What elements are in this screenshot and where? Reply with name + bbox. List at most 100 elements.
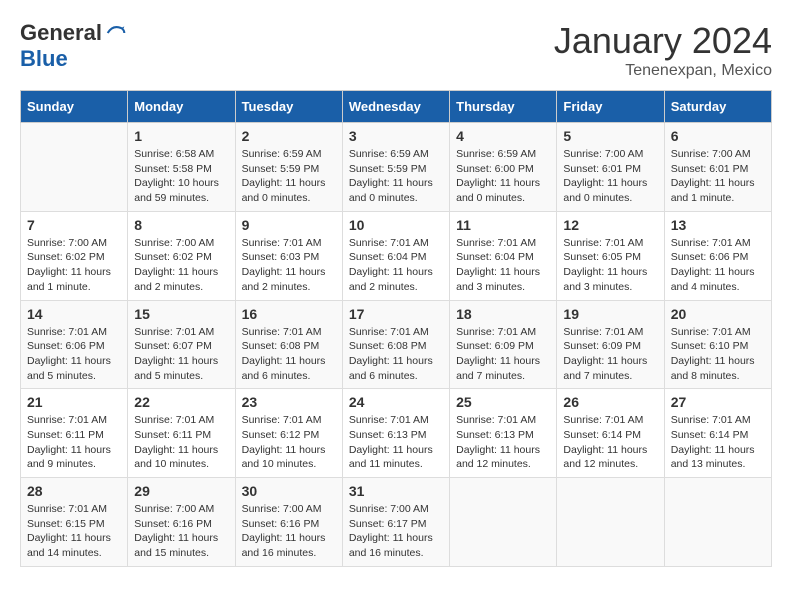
daylight-text: Daylight: 11 hours and 0 minutes. — [242, 177, 326, 204]
calendar-cell: 9Sunrise: 7:01 AMSunset: 6:03 PMDaylight… — [235, 211, 342, 300]
sunrise-text: Sunrise: 7:01 AM — [349, 326, 429, 338]
daylight-text: Daylight: 11 hours and 6 minutes. — [349, 355, 433, 382]
calendar-cell: 16Sunrise: 7:01 AMSunset: 6:08 PMDayligh… — [235, 300, 342, 389]
day-number: 18 — [456, 306, 550, 322]
daylight-text: Daylight: 11 hours and 13 minutes. — [671, 444, 755, 471]
calendar-title: January 2024 — [554, 20, 772, 62]
calendar-cell: 2Sunrise: 6:59 AMSunset: 5:59 PMDaylight… — [235, 123, 342, 212]
daylight-text: Daylight: 11 hours and 3 minutes. — [563, 266, 647, 293]
daylight-text: Daylight: 11 hours and 4 minutes. — [671, 266, 755, 293]
calendar-subtitle: Tenenexpan, Mexico — [554, 62, 772, 80]
daylight-text: Daylight: 11 hours and 5 minutes. — [27, 355, 111, 382]
day-info: Sunrise: 7:01 AM Sunset: 6:06 PM Daylight:… — [671, 236, 765, 295]
day-number: 6 — [671, 128, 765, 144]
week-row-1: 1Sunrise: 6:58 AMSunset: 5:58 PMDaylight… — [21, 123, 772, 212]
week-row-3: 14Sunrise: 7:01 AMSunset: 6:06 PMDayligh… — [21, 300, 772, 389]
calendar-cell: 29Sunrise: 7:00 AMSunset: 6:16 PMDayligh… — [128, 478, 235, 567]
day-number: 14 — [27, 306, 121, 322]
title-block: January 2024 Tenenexpan, Mexico — [554, 20, 772, 80]
sunset-text: Sunset: 6:11 PM — [27, 429, 104, 441]
calendar-cell: 24 Sunrise: 7:01 AMSunset: 6:13 PMDayligh… — [342, 389, 449, 478]
calendar-cell: 1Sunrise: 6:58 AMSunset: 5:58 PMDaylight… — [128, 123, 235, 212]
day-number: 8 — [134, 217, 228, 233]
day-info: Sunrise: 7:00 AMSunset: 6:01 PMDaylight:… — [563, 147, 657, 206]
calendar-cell: 18 Sunrise: 7:01 AMSunset: 6:09 PMDayligh… — [450, 300, 557, 389]
day-info: Sunrise: 7:01 AMSunset: 6:11 PMDaylight:… — [27, 413, 121, 472]
sunrise-text: Sunrise: 7:01 AM — [349, 237, 429, 249]
day-number: 20 — [671, 306, 765, 322]
calendar-cell: 15 Sunrise: 7:01 AMSunset: 6:07 PMDayligh… — [128, 300, 235, 389]
sunset-text: Sunset: 6:04 PM — [456, 251, 534, 263]
day-info: Sunrise: 7:01 AMSunset: 6:08 PMDaylight:… — [242, 325, 336, 384]
sunset-text: Sunset: 6:17 PM — [349, 518, 427, 530]
day-number: 3 — [349, 128, 443, 144]
sunset-text: Sunset: 6:04 PM — [349, 251, 427, 263]
sunset-text: Sunset: 6:02 PM — [27, 251, 105, 263]
day-info: Sunrise: 7:01 AMSunset: 6:13 PMDaylight:… — [456, 413, 550, 472]
day-info: Sunrise: 6:59 AMSunset: 5:59 PMDaylight:… — [242, 147, 336, 206]
day-info: Sunrise: 7:01 AMSunset: 6:14 PMDaylight:… — [671, 413, 765, 472]
header-wednesday: Wednesday — [342, 91, 449, 123]
sunrise-text: Sunrise: 7:00 AM — [671, 148, 751, 160]
sunset-text: Sunset: 5:58 PM — [134, 163, 212, 175]
sunrise-text: Sunrise: 7:00 AM — [242, 503, 322, 515]
day-info: Sunrise: 7:01 AMSunset: 6:09 PMDaylight:… — [563, 325, 657, 384]
day-number: 22 — [134, 394, 228, 410]
calendar-header-row: SundayMondayTuesdayWednesdayThursdayFrid… — [21, 91, 772, 123]
sunrise-text: Sunrise: 7:01 AM — [349, 414, 429, 426]
day-number: 24 — [349, 394, 443, 410]
calendar-cell: 26Sunrise: 7:01 AMSunset: 6:14 PMDayligh… — [557, 389, 664, 478]
day-number: 23 — [242, 394, 336, 410]
day-info: Sunrise: 7:01 AMSunset: 6:09 PMDaylight:… — [456, 325, 550, 384]
day-info: Sunrise: 7:01 AMSunset: 6:13 PMDaylight:… — [349, 413, 443, 472]
day-info: Sunrise: 7:01 AMSunset: 6:07 PMDaylight:… — [134, 325, 228, 384]
sunset-text: Sunset: 6:14 PM — [671, 429, 749, 441]
calendar-cell: 31Sunrise: 7:00 AMSunset: 6:17 PMDayligh… — [342, 478, 449, 567]
day-number: 19 — [563, 306, 657, 322]
sunset-text: Sunset: 6:10 PM — [671, 340, 749, 352]
sunrise-text: Sunrise: 7:01 AM — [563, 326, 643, 338]
sunset-text: Sunset: 6:14 PM — [563, 429, 641, 441]
daylight-text: Daylight: 11 hours and 7 minutes. — [563, 355, 647, 382]
day-info: Sunrise: 7:00 AMSunset: 6:02 PMDaylight:… — [134, 236, 228, 295]
daylight-text: Daylight: 11 hours and 12 minutes. — [456, 444, 540, 471]
day-number: 26 — [563, 394, 657, 410]
calendar-cell: 13Sunrise: 7:01 AMSunset: 6:06 PMDayligh… — [664, 211, 771, 300]
day-info: Sunrise: 7:00 AMSunset: 6:16 PMDaylight:… — [242, 502, 336, 561]
day-info: Sunrise: 6:59 AMSunset: 6:00 PMDaylight:… — [456, 147, 550, 206]
sunset-text: Sunset: 6:02 PM — [134, 251, 212, 263]
daylight-text: Daylight: 11 hours and 16 minutes. — [349, 532, 433, 559]
logo-general: General — [20, 20, 102, 46]
calendar-cell: 3Sunrise: 6:59 AMSunset: 5:59 PMDaylight… — [342, 123, 449, 212]
sunset-text: Sunset: 6:06 PM — [671, 251, 749, 263]
calendar-cell: 21Sunrise: 7:01 AMSunset: 6:11 PMDayligh… — [21, 389, 128, 478]
sunset-text: Sunset: 6:15 PM — [27, 518, 105, 530]
day-number: 5 — [563, 128, 657, 144]
calendar-cell: 20Sunrise: 7:01 AMSunset: 6:10 PMDayligh… — [664, 300, 771, 389]
sunrise-text: Sunrise: 7:01 AM — [671, 237, 751, 249]
day-number: 28 — [27, 483, 121, 499]
sunset-text: Sunset: 6:01 PM — [671, 163, 749, 175]
daylight-text: Daylight: 11 hours and 12 minutes. — [563, 444, 647, 471]
day-info: Sunrise: 7:01 AMSunset: 6:04 PMDaylight:… — [349, 236, 443, 295]
sunrise-text: Sunrise: 7:00 AM — [27, 237, 107, 249]
calendar-cell: 12Sunrise: 7:01 AMSunset: 6:05 PMDayligh… — [557, 211, 664, 300]
day-info: Sunrise: 7:01 AMSunset: 6:04 PMDaylight:… — [456, 236, 550, 295]
sunrise-text: Sunrise: 6:59 AM — [349, 148, 429, 160]
sunset-text: Sunset: 6:00 PM — [456, 163, 534, 175]
day-number: 29 — [134, 483, 228, 499]
day-number: 25 — [456, 394, 550, 410]
calendar-cell: 8Sunrise: 7:00 AMSunset: 6:02 PMDaylight… — [128, 211, 235, 300]
sunrise-text: Sunrise: 7:01 AM — [242, 414, 322, 426]
calendar-cell: 19 Sunrise: 7:01 AMSunset: 6:09 PMDayligh… — [557, 300, 664, 389]
calendar-cell: 11Sunrise: 7:01 AMSunset: 6:04 PMDayligh… — [450, 211, 557, 300]
sunrise-text: Sunrise: 7:00 AM — [134, 237, 214, 249]
day-info: Sunrise: 7:01 AMSunset: 6:05 PMDaylight:… — [563, 236, 657, 295]
calendar-cell: 30Sunrise: 7:00 AMSunset: 6:16 PMDayligh… — [235, 478, 342, 567]
sunrise-text: Sunrise: 7:01 AM — [242, 237, 322, 249]
logo-blue: Blue — [20, 46, 68, 72]
sunset-text: Sunset: 6:11 PM — [134, 429, 211, 441]
day-number: 15 — [134, 306, 228, 322]
day-info: Sunrise: 7:01 AMSunset: 6:03 PMDaylight:… — [242, 236, 336, 295]
sunset-text: Sunset: 6:12 PM — [242, 429, 320, 441]
